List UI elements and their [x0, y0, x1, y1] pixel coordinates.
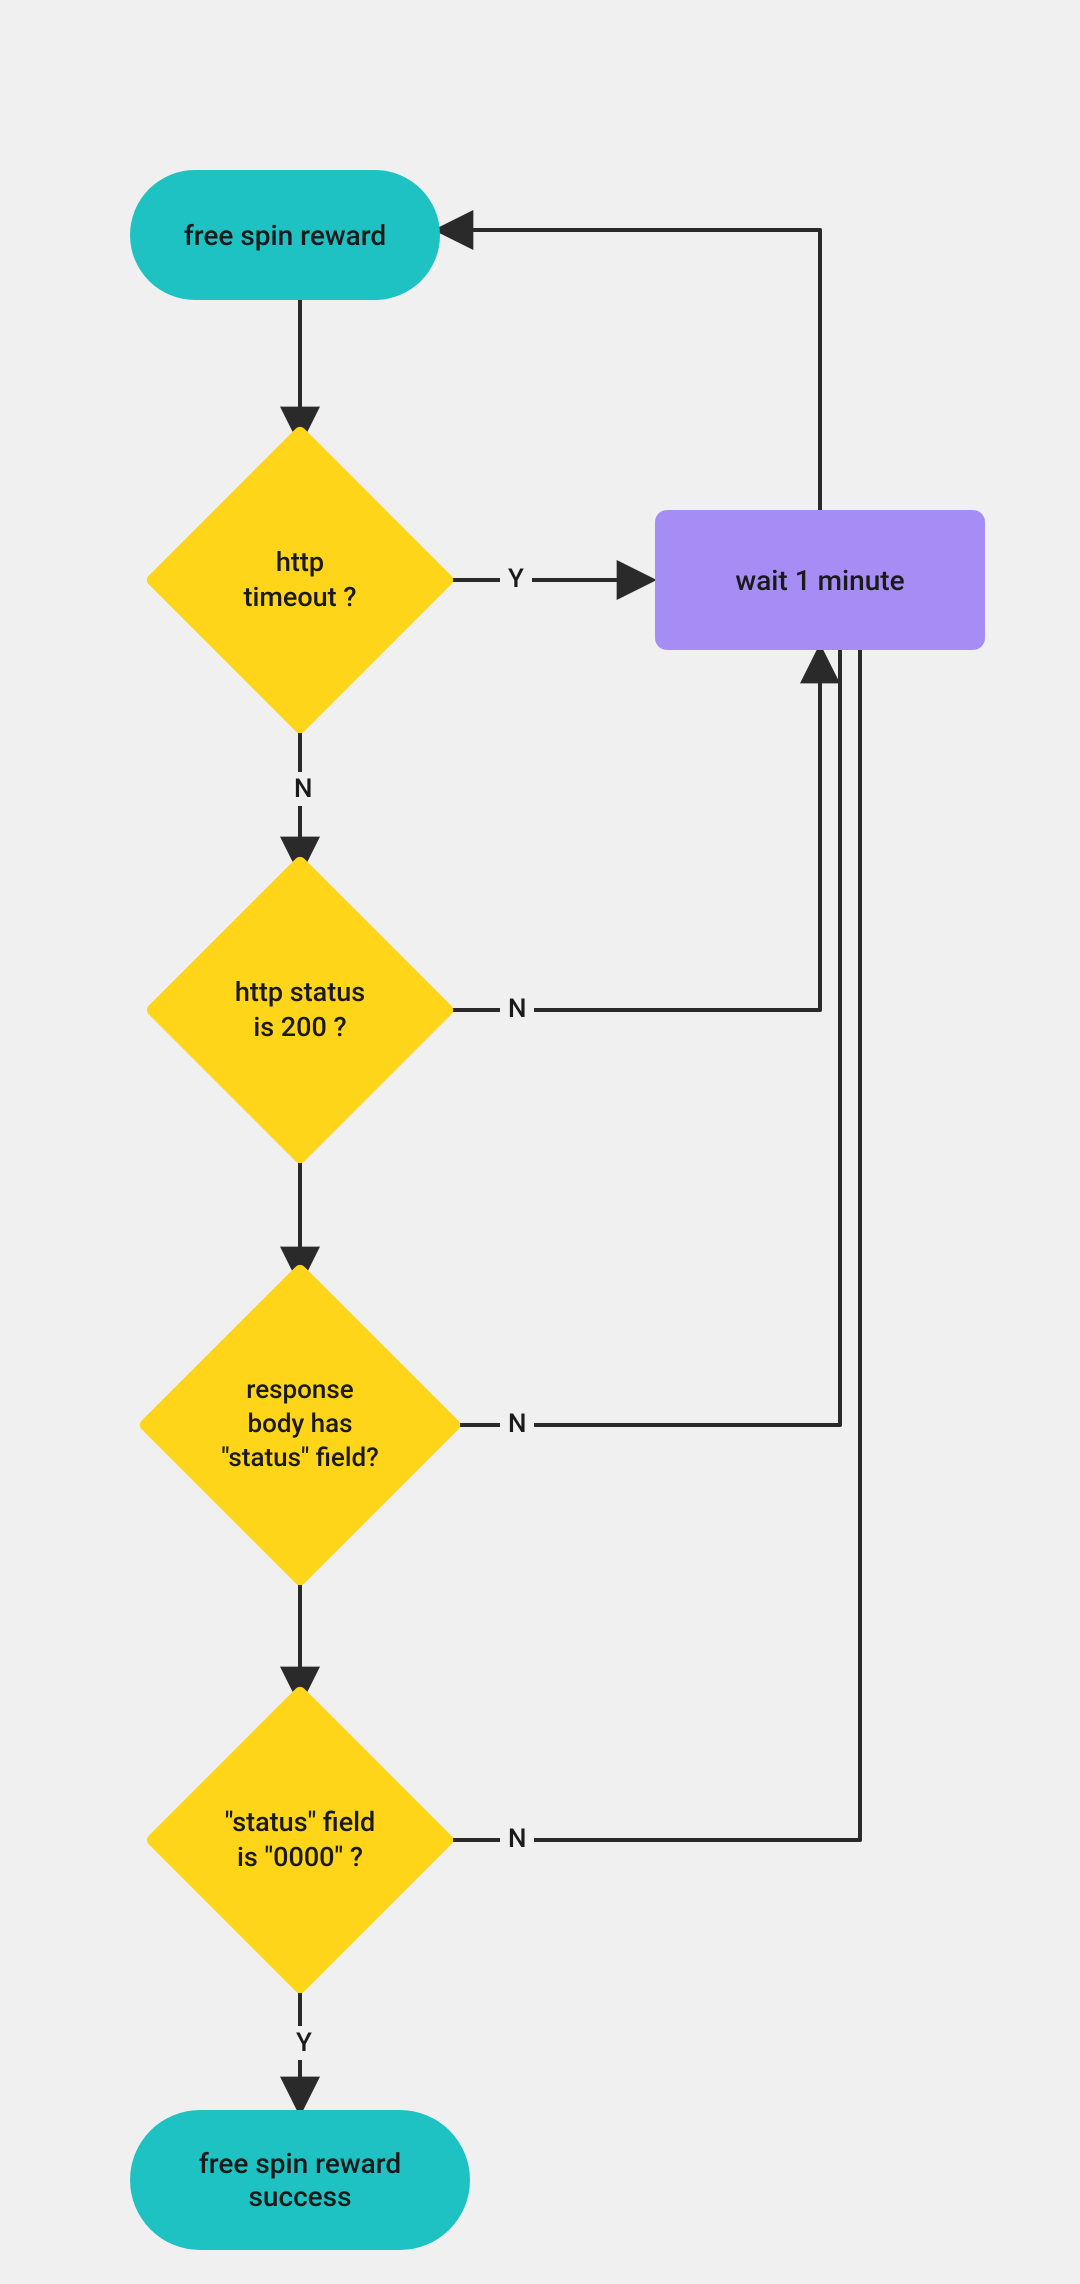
edge-label-d1-y: Y	[500, 562, 532, 596]
edge-label-d4-n: N	[500, 1822, 534, 1856]
terminator-success: free spin reward success	[130, 2110, 470, 2250]
edge-label-d1-n: N	[286, 772, 320, 806]
decision-d4-line1: "status" field	[225, 1805, 376, 1840]
decision-d4-line2: is "0000" ?	[225, 1840, 376, 1875]
decision-d1-line1: http	[243, 545, 356, 580]
decision-http-status-200: http status is 200 ?	[190, 900, 410, 1120]
process-wait-label: wait 1 minute	[735, 564, 904, 597]
terminator-success-line2: success	[199, 2180, 401, 2213]
decision-d1-line2: timeout ?	[243, 580, 356, 615]
terminator-start: free spin reward	[130, 170, 440, 300]
terminator-success-line1: free spin reward	[199, 2147, 401, 2180]
decision-d2-line2: is 200 ?	[235, 1010, 365, 1045]
decision-d3-line3: "status" field?	[221, 1442, 379, 1476]
process-wait: wait 1 minute	[655, 510, 985, 650]
decision-d2-line1: http status	[235, 975, 365, 1010]
terminator-start-label: free spin reward	[184, 219, 386, 252]
decision-body-has-status: response body has "status" field?	[185, 1310, 415, 1540]
decision-d3-line2: body has	[221, 1408, 379, 1442]
edge-label-d3-n: N	[500, 1407, 534, 1441]
flow-edges	[0, 0, 1080, 2284]
edge-label-d4-y: Y	[288, 2026, 320, 2060]
decision-d3-line1: response	[221, 1374, 379, 1408]
edge-label-d2-n: N	[500, 992, 534, 1026]
decision-status-0000: "status" field is "0000" ?	[190, 1730, 410, 1950]
decision-http-timeout: http timeout ?	[190, 470, 410, 690]
